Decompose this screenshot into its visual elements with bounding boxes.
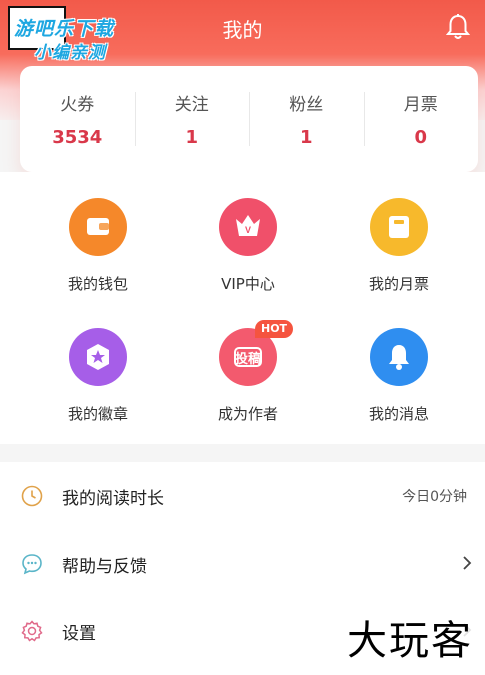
watermark-text-line2: 小编亲测 xyxy=(34,43,106,63)
ticket-icon xyxy=(370,198,428,256)
stat-label: 关注 xyxy=(174,95,209,115)
bell-icon xyxy=(370,328,428,386)
svg-text:V: V xyxy=(245,225,251,235)
submit-manuscript-text: 投稿 xyxy=(234,352,261,367)
stat-value: 1 xyxy=(299,127,313,148)
notification-bell-icon[interactable] xyxy=(443,12,473,42)
grid-item-badges[interactable]: 我的徽章 xyxy=(38,328,158,424)
feature-grid: 我的钱包 V VIP中心 我的月票 我的徽章 投稿 HOT 成为作者 我的消息 xyxy=(0,172,485,444)
reading-time-value: 今日0分钟 xyxy=(402,489,467,505)
badge-icon xyxy=(69,328,127,386)
stats-card: 火券 3534 关注 1 粉丝 1 月票 0 xyxy=(20,66,478,172)
submit-manuscript-icon: 投稿 HOT xyxy=(219,320,294,386)
stat-label: 粉丝 xyxy=(289,95,324,115)
grid-label: 成为作者 xyxy=(217,405,278,423)
crown-icon: V xyxy=(219,198,277,256)
stat-value: 0 xyxy=(414,127,428,148)
wallet-icon xyxy=(69,198,127,256)
grid-label: 我的消息 xyxy=(368,405,429,423)
watermark-text-line1: 游吧乐下载 xyxy=(14,18,115,40)
gear-icon xyxy=(20,619,44,643)
row-label: 帮助与反馈 xyxy=(62,557,147,577)
list-item-help-feedback[interactable]: 帮助与反馈 xyxy=(0,530,485,596)
stat-monthly-ticket[interactable]: 月票 0 xyxy=(363,66,479,172)
grid-item-messages[interactable]: 我的消息 xyxy=(339,328,459,424)
grid-item-wallet[interactable]: 我的钱包 xyxy=(38,198,158,294)
grid-label: 我的月票 xyxy=(368,275,429,293)
grid-label: 我的钱包 xyxy=(67,275,128,293)
grid-item-vip[interactable]: V VIP中心 xyxy=(188,198,308,294)
site-watermark: 游吧乐下载 小编亲测 xyxy=(8,6,148,63)
stat-label: 火券 xyxy=(60,95,95,115)
chat-bubble-icon xyxy=(20,552,44,576)
stat-value: 3534 xyxy=(52,127,103,148)
corner-watermark: 大玩客 xyxy=(347,608,473,666)
stat-value: 1 xyxy=(185,127,199,148)
stat-fans[interactable]: 粉丝 1 xyxy=(249,66,364,172)
chevron-right-icon xyxy=(461,554,473,572)
hot-badge: HOT xyxy=(255,320,294,338)
stat-huoquan[interactable]: 火券 3534 xyxy=(20,66,135,172)
row-label: 设置 xyxy=(62,624,96,644)
grid-label: VIP中心 xyxy=(221,275,275,293)
list-item-reading-time[interactable]: 我的阅读时长 今日0分钟 xyxy=(0,462,485,528)
stat-following[interactable]: 关注 1 xyxy=(134,66,250,172)
grid-label: 我的徽章 xyxy=(67,405,128,423)
grid-item-monthly-ticket[interactable]: 我的月票 xyxy=(339,198,459,294)
grid-item-become-author[interactable]: 投稿 HOT 成为作者 xyxy=(188,320,308,424)
row-label: 我的阅读时长 xyxy=(62,489,164,509)
stat-label: 月票 xyxy=(403,95,438,115)
clock-icon xyxy=(20,484,44,508)
